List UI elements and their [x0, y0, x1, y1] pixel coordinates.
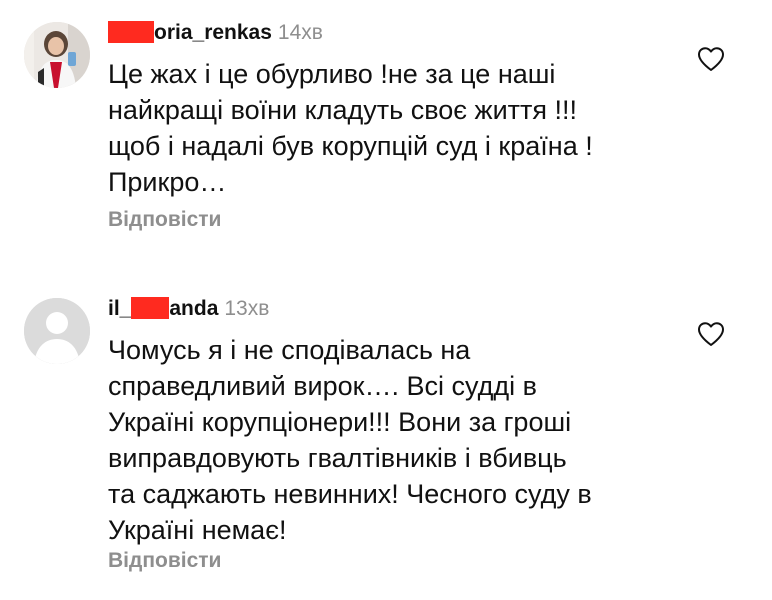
comment-text-line: щоб і надалі був корупцій суд і країна !: [108, 131, 593, 161]
comment-text-line: Чомусь я і не сподівалась на: [108, 335, 471, 365]
comment-timestamp: 13хв: [224, 297, 270, 320]
comment-text-line: справедливий вирок…. Всі судді в: [108, 371, 537, 401]
comment-text-line: найкращі воїни кладуть своє життя !!!: [108, 95, 578, 125]
comment-header: oria_renkas 14хв: [108, 20, 323, 46]
comment-item: il_ anda 13хв Чомусь я і не сподівалась на…: [0, 288, 772, 600]
reply-button[interactable]: Відповісти: [108, 207, 221, 233]
comment-text-line: Україні корупціонери!!! Вони за гроші: [108, 407, 572, 437]
comment-item: oria_renkas 14хв Це жах і це обурливо !не…: [0, 0, 772, 270]
username-suffix[interactable]: anda: [169, 297, 218, 320]
comment-header: il_ anda 13хв: [108, 296, 269, 322]
comment-text-line: та саджають невинних! Чесного суду в: [108, 479, 592, 509]
comment-timestamp: 14хв: [277, 21, 323, 44]
like-button[interactable]: [697, 321, 725, 347]
username-link[interactable]: oria_renkas: [154, 21, 272, 44]
redaction-mark: [131, 297, 170, 319]
user-photo-avatar-icon: [24, 22, 90, 88]
heart-outline-icon: [698, 47, 724, 71]
comment-text-line: Україні немає!: [108, 515, 287, 545]
reply-button[interactable]: Відповісти: [108, 548, 221, 574]
user-avatar[interactable]: [24, 298, 90, 364]
like-button[interactable]: [697, 46, 725, 72]
redaction-mark: [108, 21, 154, 43]
comment-text-line: Прикро…: [108, 167, 227, 197]
default-avatar-icon: [24, 298, 90, 364]
comment-text: Це жах і це обурливо !не за це наші найк…: [108, 56, 678, 200]
user-avatar[interactable]: [24, 22, 90, 88]
username-prefix[interactable]: il_: [108, 297, 131, 320]
comment-text-line: Це жах і це обурливо !не за це наші: [108, 59, 556, 89]
comment-text: Чомусь я і не сподівалась на справедливи…: [108, 332, 678, 548]
heart-outline-icon: [698, 322, 724, 346]
comment-text-line: виправдовують гвалтівників і вбивць: [108, 443, 567, 473]
